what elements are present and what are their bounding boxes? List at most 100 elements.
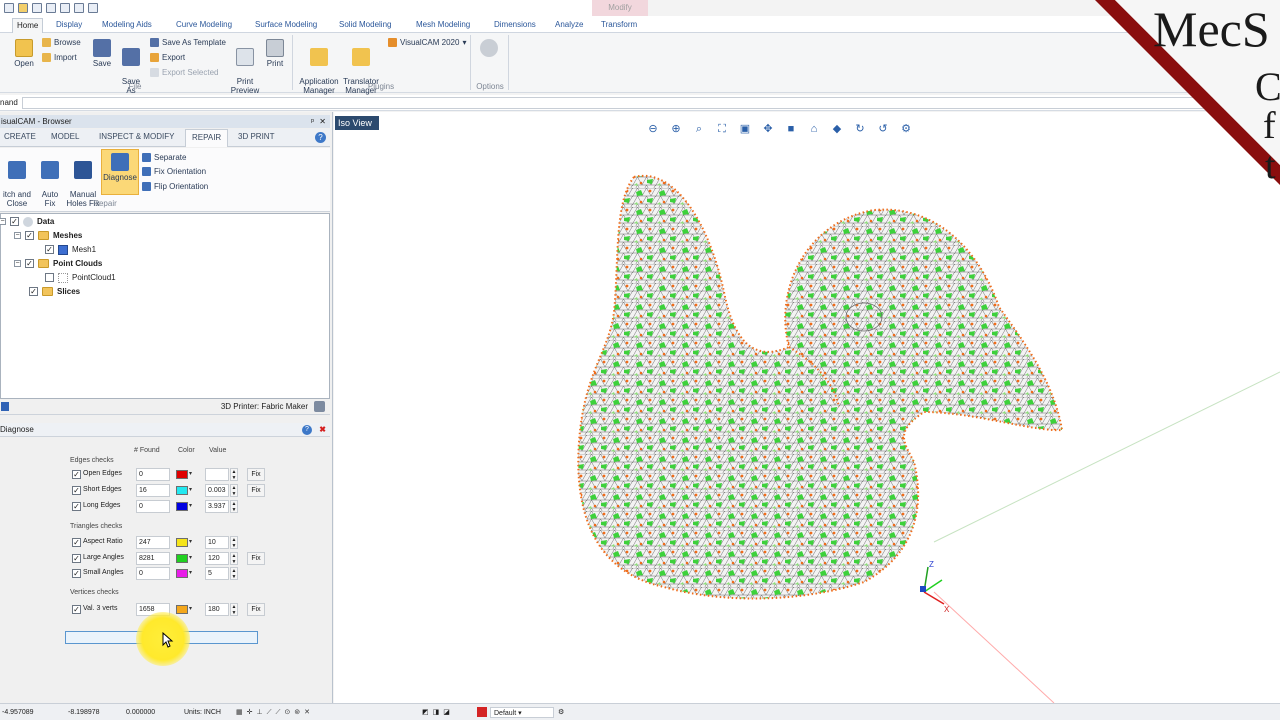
- snap-tools-icons[interactable]: ▦✛⊥⟋⟋⊙⊚✕: [236, 707, 314, 718]
- tree-item-point-clouds[interactable]: − ✓ Point Clouds: [14, 257, 102, 270]
- color-swatch[interactable]: [176, 538, 188, 547]
- tab-repair[interactable]: REPAIR: [185, 129, 229, 147]
- separate-button[interactable]: Separate: [142, 153, 186, 162]
- tab-create[interactable]: CREATE: [4, 132, 36, 141]
- color-swatch[interactable]: [176, 470, 188, 479]
- save-button[interactable]: Save: [89, 39, 115, 68]
- close-icon[interactable]: ✖: [319, 423, 326, 437]
- check-enable-checkbox[interactable]: ✓: [72, 538, 81, 547]
- home-view-icon[interactable]: ⌂: [807, 122, 821, 136]
- threshold-input[interactable]: 10: [205, 536, 229, 549]
- layer-color-swatch[interactable]: [477, 707, 487, 717]
- threshold-input[interactable]: 0.003: [205, 484, 229, 497]
- spinner-icon[interactable]: ▲ ▼: [230, 500, 238, 513]
- tab-home[interactable]: Home: [12, 18, 44, 33]
- refresh-icon[interactable]: [88, 3, 98, 13]
- collapse-icon[interactable]: −: [0, 218, 6, 225]
- open-button[interactable]: Open: [10, 39, 38, 68]
- help-icon[interactable]: ?: [315, 132, 326, 143]
- redo-icon[interactable]: [74, 3, 84, 13]
- print-button[interactable]: Print: [262, 39, 288, 68]
- fix-button[interactable]: Fix: [247, 484, 265, 497]
- command-input[interactable]: [22, 97, 1280, 109]
- checkbox-data[interactable]: ✓: [10, 217, 19, 226]
- threshold-input[interactable]: [205, 468, 229, 481]
- help-icon[interactable]: ?: [302, 425, 312, 435]
- tab-surface-modeling[interactable]: Surface Modeling: [251, 18, 321, 33]
- tab-analyze[interactable]: Analyze: [551, 18, 587, 33]
- status-settings-icon[interactable]: ⚙: [558, 707, 564, 718]
- new-file-icon[interactable]: [4, 3, 14, 13]
- zoom-out-icon[interactable]: ⊖: [646, 122, 660, 136]
- export-button[interactable]: Export: [150, 53, 185, 62]
- found-count-field[interactable]: 247: [136, 536, 170, 549]
- tab-mesh-modeling[interactable]: Mesh Modeling: [412, 18, 474, 33]
- chevron-down-icon[interactable]: ▾: [189, 470, 197, 479]
- found-count-field[interactable]: 0: [136, 468, 170, 481]
- tab-solid-modeling[interactable]: Solid Modeling: [335, 18, 395, 33]
- tab-curve-modeling[interactable]: Curve Modeling: [172, 18, 236, 33]
- display-mode-icon[interactable]: ◆: [830, 122, 844, 136]
- layer-tools-icons[interactable]: ◩◨◪: [422, 707, 454, 718]
- printer-settings-icon[interactable]: [314, 401, 325, 412]
- check-enable-checkbox[interactable]: ✓: [72, 502, 81, 511]
- spinner-icon[interactable]: ▲ ▼: [230, 536, 238, 549]
- fix-button[interactable]: Fix: [247, 468, 265, 481]
- zoom-selected-icon[interactable]: ▣: [738, 122, 752, 136]
- fix-orientation-button[interactable]: Fix Orientation: [142, 167, 206, 176]
- tree-item-meshes[interactable]: − ✓ Meshes: [14, 229, 82, 242]
- undo-icon[interactable]: [60, 3, 70, 13]
- color-swatch[interactable]: [176, 486, 188, 495]
- checkbox-slices[interactable]: ✓: [29, 287, 38, 296]
- tree-item-slices[interactable]: ✓ Slices: [29, 285, 80, 298]
- collapse-icon[interactable]: −: [14, 232, 21, 239]
- import-button[interactable]: Import: [42, 53, 77, 62]
- color-swatch[interactable]: [176, 605, 188, 614]
- check-enable-checkbox[interactable]: ✓: [72, 605, 81, 614]
- view-plane-icon[interactable]: ■: [784, 122, 798, 136]
- flip-orientation-button[interactable]: Flip Orientation: [142, 182, 208, 191]
- color-swatch[interactable]: [176, 554, 188, 563]
- zoom-in-icon[interactable]: ⊕: [669, 122, 683, 136]
- threshold-input[interactable]: 120: [205, 552, 229, 565]
- chevron-down-icon[interactable]: ▾: [189, 605, 197, 614]
- duck-mesh-model[interactable]: [577, 174, 1064, 600]
- spinner-icon[interactable]: ▲ ▼: [230, 567, 238, 580]
- checkbox-pointcloud1[interactable]: [45, 273, 54, 282]
- fix-button[interactable]: Fix: [247, 552, 265, 565]
- 3d-viewport[interactable]: Z X: [334, 112, 1280, 703]
- tab-model[interactable]: MODEL: [51, 132, 79, 141]
- open-file-icon[interactable]: [18, 3, 28, 13]
- threshold-input[interactable]: 3.937: [205, 500, 229, 513]
- layer-select[interactable]: Default ▾: [490, 707, 554, 718]
- tab-transform[interactable]: Transform: [597, 18, 641, 33]
- options-button[interactable]: [478, 39, 500, 59]
- found-count-field[interactable]: 16: [136, 484, 170, 497]
- threshold-input[interactable]: 180: [205, 603, 229, 616]
- spinner-icon[interactable]: ▲ ▼: [230, 484, 238, 497]
- chevron-down-icon[interactable]: ▾: [189, 554, 197, 563]
- chevron-down-icon[interactable]: ▾: [189, 569, 197, 578]
- found-count-field[interactable]: 0: [136, 567, 170, 580]
- color-swatch[interactable]: [176, 502, 188, 511]
- chevron-down-icon[interactable]: ▾: [189, 486, 197, 495]
- checkbox-meshes[interactable]: ✓: [25, 231, 34, 240]
- tab-display[interactable]: Display: [52, 18, 86, 33]
- check-enable-checkbox[interactable]: ✓: [72, 554, 81, 563]
- spinner-icon[interactable]: ▲ ▼: [230, 552, 238, 565]
- context-tab-modify[interactable]: Modify: [592, 0, 648, 16]
- tab-dimensions[interactable]: Dimensions: [490, 18, 540, 33]
- print-icon[interactable]: [46, 3, 56, 13]
- tree-item-mesh1[interactable]: ✓ Mesh1: [45, 243, 96, 256]
- check-enable-checkbox[interactable]: ✓: [72, 569, 81, 578]
- view-settings-icon[interactable]: ⚙: [899, 122, 913, 136]
- visualcam-plugin-button[interactable]: VisualCAM 2020 ▾: [388, 38, 466, 47]
- save-icon[interactable]: [32, 3, 42, 13]
- export-selected-button[interactable]: Export Selected: [150, 68, 218, 77]
- close-icon[interactable]: ✕: [319, 115, 326, 128]
- zoom-window-icon[interactable]: ⌕: [692, 122, 706, 136]
- tab-inspect-modify[interactable]: INSPECT & MODIFY: [99, 132, 174, 141]
- zoom-extents-icon[interactable]: ⛶: [715, 122, 729, 136]
- tree-item-pointcloud1[interactable]: PointCloud1: [45, 271, 116, 284]
- chevron-down-icon[interactable]: ▾: [189, 502, 197, 511]
